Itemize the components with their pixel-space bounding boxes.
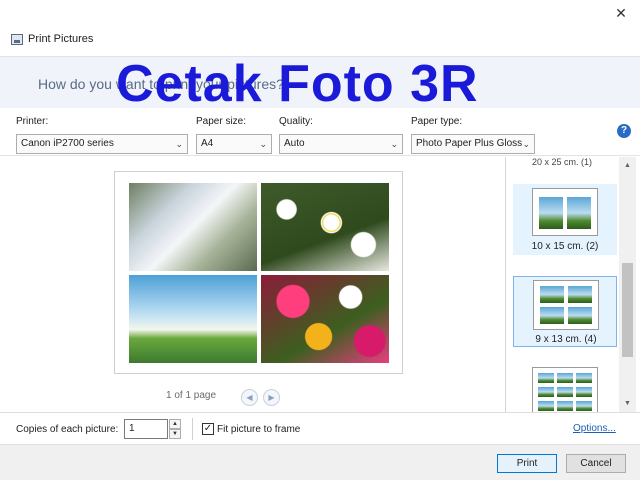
layout-label: 9 x 13 cm. (4) — [535, 334, 597, 345]
copies-bar: Copies of each picture: 1 ▲ ▼ ✓ Fit pict… — [0, 412, 640, 444]
paper-size-value: A4 — [201, 138, 214, 149]
quality-select[interactable]: Auto ⌄ — [279, 134, 403, 154]
mini-photo — [567, 285, 593, 304]
photo-daisy-field-sky — [129, 275, 257, 363]
scroll-down-icon[interactable]: ▼ — [619, 397, 636, 411]
preview-area: 1 of 1 page ◀ ▶ — [0, 157, 505, 412]
window-title: Print Pictures — [28, 33, 94, 45]
paper-type-label: Paper type: — [411, 116, 463, 127]
printer-value: Canon iP2700 series — [21, 138, 114, 149]
options-link[interactable]: Options... — [573, 423, 616, 434]
quality-value: Auto — [284, 138, 305, 149]
chevron-down-icon: ⌄ — [390, 139, 398, 149]
layout-thumbnail — [533, 280, 599, 330]
print-button[interactable]: Print — [497, 454, 557, 473]
paper-size-select[interactable]: A4 ⌄ — [196, 134, 272, 154]
divider — [192, 418, 193, 440]
layout-thumbnail — [532, 367, 598, 412]
spin-down-icon[interactable]: ▼ — [169, 429, 181, 439]
fit-to-frame-label[interactable]: Fit picture to frame — [217, 424, 300, 435]
page-indicator: 1 of 1 page — [166, 390, 217, 401]
chevron-down-icon: ⌄ — [259, 139, 267, 149]
spin-up-icon[interactable]: ▲ — [169, 419, 181, 429]
paper-type-value: Photo Paper Plus Gloss — [416, 138, 523, 149]
paper-type-select[interactable]: Photo Paper Plus Gloss ⌄ — [411, 134, 535, 154]
cancel-button[interactable]: Cancel — [566, 454, 626, 473]
close-icon[interactable]: ✕ — [612, 4, 630, 22]
title-bar: Print Pictures ✕ — [0, 0, 640, 56]
copies-input[interactable]: 1 — [124, 419, 168, 439]
dialog-footer: Print Cancel — [0, 444, 640, 480]
chevron-down-icon: ⌄ — [175, 139, 183, 149]
mini-photo — [539, 285, 565, 304]
layout-item-9x13[interactable]: 9 x 13 cm. (4) — [513, 276, 617, 347]
layout-label: 10 x 15 cm. (2) — [531, 241, 599, 252]
print-options-bar: Printer: Canon iP2700 series ⌄ Paper siz… — [0, 108, 640, 156]
layouts-scrollbar[interactable]: ▲ ▼ — [619, 157, 636, 412]
page-preview — [114, 171, 403, 374]
photo-colorful-flowers — [261, 275, 389, 363]
copies-label: Copies of each picture: — [16, 424, 119, 435]
mini-photo — [556, 372, 574, 384]
mini-photo — [567, 306, 593, 325]
mini-photo — [556, 386, 574, 398]
mini-photo — [537, 372, 555, 384]
mini-photo — [537, 400, 555, 412]
layout-item-wallet[interactable] — [513, 367, 617, 412]
mini-photo — [575, 372, 593, 384]
paper-size-label: Paper size: — [196, 116, 247, 127]
layout-label: 20 x 25 cm. (1) — [532, 157, 593, 167]
printer-label: Printer: — [16, 116, 49, 127]
scroll-up-icon[interactable]: ▲ — [619, 159, 636, 173]
mini-photo — [575, 386, 593, 398]
fit-to-frame-checkbox[interactable]: ✓ — [202, 423, 214, 435]
quality-label: Quality: — [279, 116, 313, 127]
mini-photo — [537, 386, 555, 398]
help-icon[interactable]: ? — [617, 124, 631, 138]
mini-photo — [566, 196, 592, 230]
next-page-icon[interactable]: ▶ — [263, 389, 280, 406]
photo-white-daisies — [261, 183, 389, 271]
overlay-title: Cetak Foto 3R — [116, 55, 479, 113]
chevron-down-icon: ⌄ — [522, 139, 530, 149]
mini-photo — [538, 196, 564, 230]
photo-white-blossoms — [129, 183, 257, 271]
layout-item-10x15[interactable]: 10 x 15 cm. (2) — [513, 184, 617, 255]
mini-photo — [539, 306, 565, 325]
printer-select[interactable]: Canon iP2700 series ⌄ — [16, 134, 188, 154]
previous-page-icon[interactable]: ◀ — [241, 389, 258, 406]
scrollbar-thumb[interactable] — [622, 263, 633, 357]
layout-thumbnail — [532, 188, 598, 236]
mini-photo — [575, 400, 593, 412]
mini-photo — [556, 400, 574, 412]
print-icon — [11, 34, 23, 45]
